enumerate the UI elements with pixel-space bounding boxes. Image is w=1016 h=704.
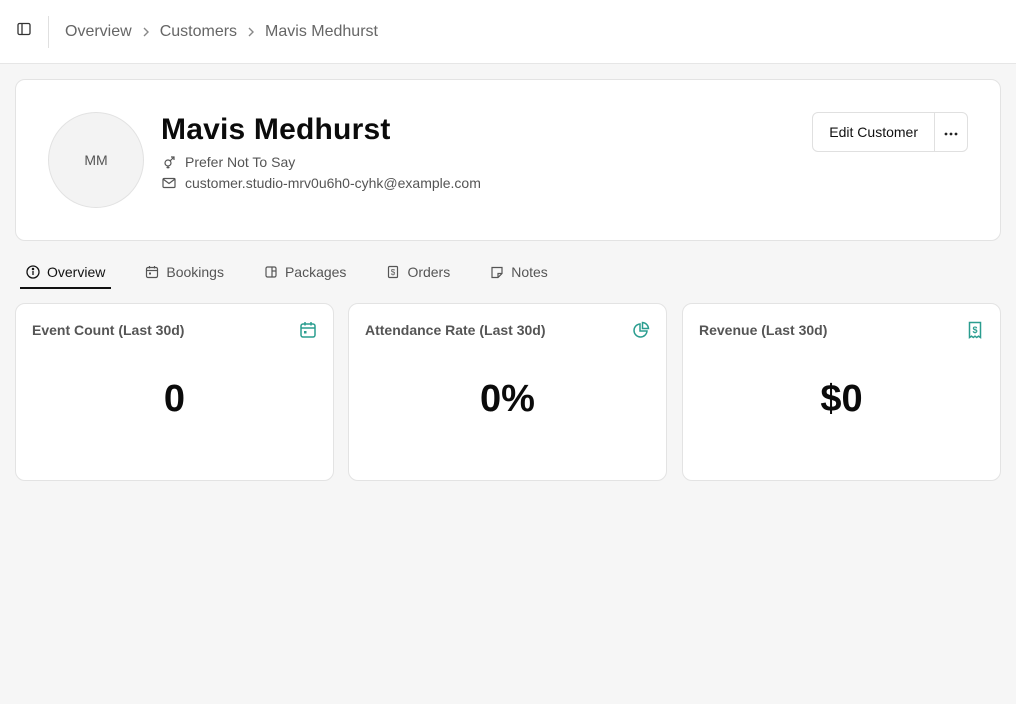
top-bar: Overview Customers Mavis Medhurst bbox=[0, 0, 1016, 64]
email-text: customer.studio-mrv0u6h0-cyhk@example.co… bbox=[185, 175, 481, 191]
info-icon bbox=[26, 265, 40, 279]
note-icon bbox=[490, 265, 504, 279]
tab-notes[interactable]: Notes bbox=[484, 256, 554, 288]
sidebar-toggle-button[interactable] bbox=[0, 0, 48, 64]
stat-value: $0 bbox=[820, 378, 863, 420]
tab-label: Bookings bbox=[166, 264, 224, 280]
tab-packages[interactable]: Packages bbox=[258, 256, 352, 288]
breadcrumb-overview[interactable]: Overview bbox=[65, 23, 132, 41]
tab-label: Notes bbox=[511, 264, 548, 280]
stat-card-revenue: Revenue (Last 30d) $ $0 bbox=[682, 303, 1001, 481]
stat-card-event-count: Event Count (Last 30d) 0 bbox=[15, 303, 334, 481]
stat-title: Revenue (Last 30d) bbox=[699, 322, 828, 338]
sidebar-toggle-icon bbox=[17, 22, 31, 41]
svg-text:$: $ bbox=[391, 268, 396, 277]
avatar: MM bbox=[48, 112, 144, 208]
package-icon bbox=[264, 265, 278, 279]
stat-title: Attendance Rate (Last 30d) bbox=[365, 322, 546, 338]
breadcrumb-current: Mavis Medhurst bbox=[265, 22, 378, 40]
customer-tabs: Overview Bookings Packages $ Orders Note… bbox=[20, 256, 582, 290]
stat-title: Event Count (Last 30d) bbox=[32, 322, 185, 338]
tab-label: Overview bbox=[47, 264, 106, 280]
stat-card-attendance-rate: Attendance Rate (Last 30d) 0% bbox=[348, 303, 667, 481]
stat-value: 0% bbox=[480, 378, 535, 420]
calendar-icon bbox=[299, 321, 317, 339]
edit-customer-button[interactable]: Edit Customer bbox=[813, 113, 935, 151]
svg-text:$: $ bbox=[972, 325, 977, 335]
gender-text: Prefer Not To Say bbox=[185, 154, 296, 170]
divider bbox=[48, 15, 49, 48]
ellipsis-icon bbox=[944, 123, 958, 141]
chevron-right-icon bbox=[142, 27, 150, 37]
gender-icon bbox=[161, 154, 177, 170]
mail-icon bbox=[161, 175, 177, 191]
tab-label: Orders bbox=[407, 264, 451, 280]
receipt-icon: $ bbox=[386, 265, 400, 279]
receipt-icon: $ bbox=[966, 321, 984, 339]
tab-orders[interactable]: $ Orders bbox=[380, 256, 456, 288]
chevron-right-icon bbox=[247, 27, 255, 37]
calendar-icon bbox=[145, 265, 159, 279]
breadcrumb: Overview Customers Mavis Medhurst bbox=[65, 23, 378, 41]
tab-bookings[interactable]: Bookings bbox=[139, 256, 230, 288]
gender-row: Prefer Not To Say bbox=[161, 154, 295, 170]
breadcrumb-customers[interactable]: Customers bbox=[160, 23, 237, 41]
customer-name: Mavis Medhurst bbox=[161, 113, 391, 146]
more-options-button[interactable] bbox=[935, 113, 967, 151]
pie-chart-icon bbox=[632, 321, 650, 339]
stat-value: 0 bbox=[163, 378, 186, 420]
customer-profile-card: MM Mavis Medhurst Prefer Not To Say cust… bbox=[15, 79, 1001, 241]
tab-overview[interactable]: Overview bbox=[20, 256, 112, 289]
tab-label: Packages bbox=[284, 264, 347, 280]
profile-actions: Edit Customer bbox=[812, 112, 968, 152]
avatar-initials: MM bbox=[84, 152, 108, 168]
email-row: customer.studio-mrv0u6h0-cyhk@example.co… bbox=[161, 175, 481, 191]
